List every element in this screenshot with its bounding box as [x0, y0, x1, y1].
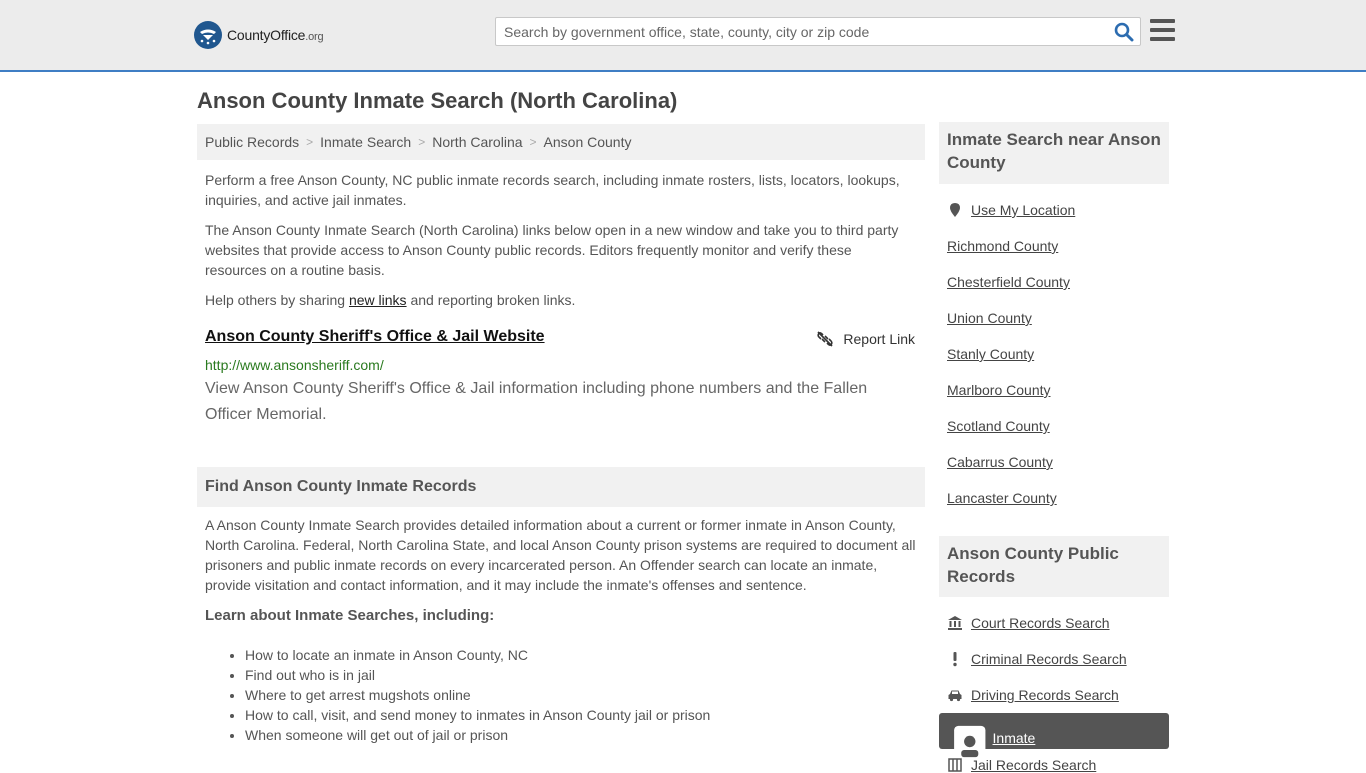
- list-item: How to locate an inmate in Anson County,…: [245, 645, 710, 665]
- chevron-right-icon: >: [306, 135, 314, 149]
- intro-paragraph-1: Perform a free Anson County, NC public i…: [205, 172, 900, 208]
- report-link-label: Report Link: [843, 331, 915, 347]
- courthouse-icon: [948, 616, 962, 630]
- logo-text: CountyOffice.org: [227, 27, 324, 43]
- court-records-search-link[interactable]: Court Records Search: [947, 615, 1110, 631]
- learn-heading: Learn about Inmate Searches, including:: [205, 607, 495, 624]
- car-icon: [948, 690, 962, 702]
- criminal-records-search-link[interactable]: Criminal Records Search: [947, 651, 1127, 667]
- top-header: CountyOffice.org: [0, 0, 1366, 72]
- find-records-heading: Find Anson County Inmate Records: [197, 467, 925, 507]
- nearby-cabarrus-county[interactable]: Cabarrus County: [947, 454, 1053, 470]
- nearby-richmond-county[interactable]: Richmond County: [947, 238, 1058, 254]
- inmate-search-active-link[interactable]: Inmate Search: [939, 713, 1169, 766]
- learn-bullet-list: How to locate an inmate in Anson County,…: [245, 645, 710, 745]
- nearby-chesterfield-county[interactable]: Chesterfield County: [947, 274, 1070, 290]
- jail-icon: [948, 758, 962, 772]
- intro-paragraph-3: Help others by sharing new links and rep…: [205, 292, 576, 308]
- nearby-marlboro-county[interactable]: Marlboro County: [947, 382, 1051, 398]
- search-icon[interactable]: [1114, 22, 1134, 42]
- list-item: Find out who is in jail: [245, 665, 710, 685]
- find-records-paragraph: A Anson County Inmate Search provides de…: [205, 517, 916, 593]
- nearby-heading: Inmate Search near Anson County: [939, 122, 1169, 184]
- breadcrumb: Public Records > Inmate Search > North C…: [197, 124, 925, 160]
- intro-paragraph-2: The Anson County Inmate Search (North Ca…: [205, 222, 899, 278]
- result-item: Anson County Sheriff's Office & Jail Web…: [205, 328, 917, 423]
- logo-badge-icon: [194, 21, 222, 49]
- list-item: How to call, visit, and send money to in…: [245, 705, 710, 725]
- new-links-link[interactable]: new links: [349, 292, 407, 308]
- search-box: [495, 17, 1141, 46]
- nearby-stanly-county[interactable]: Stanly County: [947, 346, 1034, 362]
- result-description: View Anson County Sheriff's Office & Jai…: [205, 380, 868, 423]
- search-input[interactable]: [496, 18, 1096, 45]
- chevron-right-icon: >: [529, 135, 537, 149]
- chevron-right-icon: >: [418, 135, 426, 149]
- breadcrumb-inmate-search[interactable]: Inmate Search: [320, 134, 411, 150]
- public-records-heading: Anson County Public Records: [939, 536, 1169, 597]
- nearby-union-county[interactable]: Union County: [947, 310, 1032, 326]
- list-item: Where to get arrest mugshots online: [245, 685, 710, 705]
- breadcrumb-north-carolina[interactable]: North Carolina: [432, 134, 522, 150]
- nearby-lancaster-county[interactable]: Lancaster County: [947, 490, 1057, 506]
- nearby-scotland-county[interactable]: Scotland County: [947, 418, 1050, 434]
- exclamation-icon: [953, 652, 957, 667]
- result-url: http://www.ansonsheriff.com/: [205, 357, 384, 373]
- broken-link-icon: [817, 331, 834, 347]
- page-title: Anson County Inmate Search (North Caroli…: [197, 88, 678, 113]
- site-logo[interactable]: CountyOffice.org: [194, 21, 324, 49]
- jail-records-search-link[interactable]: Jail Records Search: [947, 757, 1096, 773]
- breadcrumb-public-records[interactable]: Public Records: [205, 134, 299, 150]
- list-item: When someone will get out of jail or pri…: [245, 725, 710, 745]
- result-title-link[interactable]: Anson County Sheriff's Office & Jail Web…: [205, 328, 545, 345]
- map-pin-icon: [950, 203, 960, 217]
- hamburger-menu-icon[interactable]: [1150, 19, 1175, 41]
- driving-records-search-link[interactable]: Driving Records Search: [947, 687, 1119, 703]
- use-my-location-link[interactable]: Use My Location: [947, 202, 1075, 218]
- report-link-button[interactable]: Report Link: [817, 331, 915, 347]
- intro-section: Perform a free Anson County, NC public i…: [197, 170, 925, 310]
- breadcrumb-anson-county[interactable]: Anson County: [544, 134, 632, 150]
